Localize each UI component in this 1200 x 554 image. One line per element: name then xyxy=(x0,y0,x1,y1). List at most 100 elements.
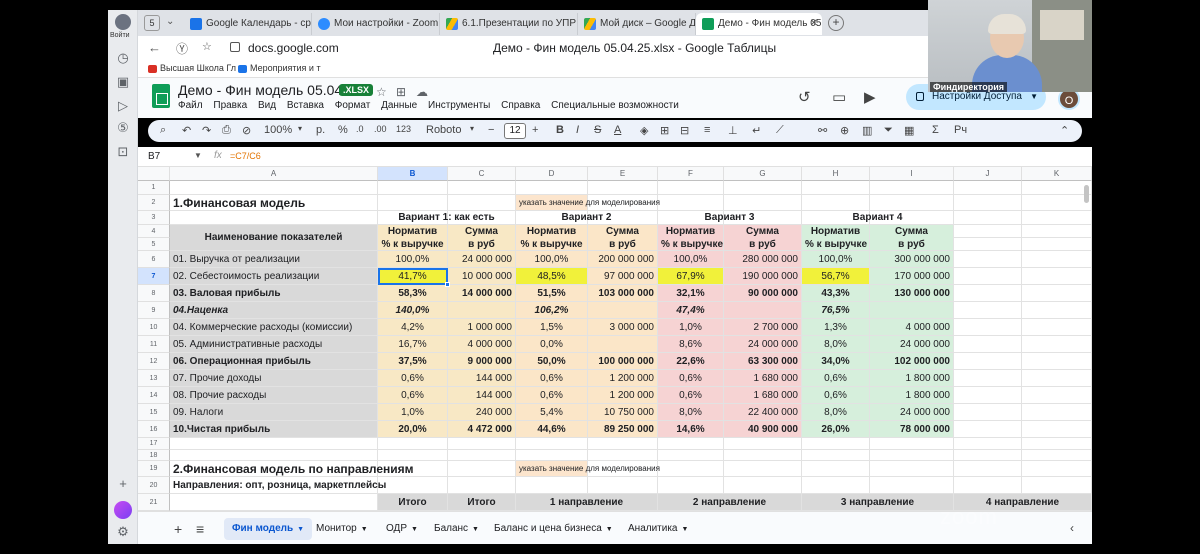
sum-value[interactable]: 90 000 000 xyxy=(724,285,802,302)
menu-format[interactable]: Формат xyxy=(335,100,371,111)
chevron-down-icon[interactable]: ▼ xyxy=(606,526,613,533)
bookmark-star-icon[interactable]: ☆ xyxy=(202,40,212,53)
close-icon[interactable]: ✕ xyxy=(810,13,818,35)
grid-cell[interactable] xyxy=(870,461,954,477)
directions-label[interactable]: Направления: опт, розница, маркетплейсы xyxy=(170,477,386,494)
grid-cell[interactable] xyxy=(588,477,658,494)
borders-icon[interactable]: ⊞ xyxy=(660,124,669,137)
grid-cell[interactable] xyxy=(724,438,802,450)
grid-cell[interactable] xyxy=(954,353,1022,370)
sum-value[interactable]: 1 800 000 xyxy=(870,370,954,387)
vertical-align-icon[interactable]: ⊥ xyxy=(728,124,738,137)
column-header-g[interactable]: G xyxy=(724,167,802,181)
grid-cell[interactable] xyxy=(170,211,378,225)
sum-value[interactable]: 24 000 000 xyxy=(870,336,954,353)
vertical-scrollbar[interactable] xyxy=(1084,185,1089,203)
row-header[interactable]: 20 xyxy=(138,477,170,494)
insert-comment-icon[interactable]: ⊕ xyxy=(840,124,849,137)
grid-cell[interactable] xyxy=(1022,302,1092,319)
grid-cell[interactable] xyxy=(378,477,448,494)
new-tab-button[interactable]: + xyxy=(828,15,844,31)
downloads-icon[interactable]: ⊡ xyxy=(115,144,131,160)
grid-cell[interactable] xyxy=(378,438,448,450)
norm-value[interactable]: 8,0% xyxy=(802,404,870,421)
norm-value[interactable]: 5,4% xyxy=(516,404,588,421)
total-header[interactable]: Итого xyxy=(378,494,448,511)
norm-value[interactable]: 4,2% xyxy=(378,319,448,336)
browser-tab-drive[interactable]: Мой диск – Google Диск xyxy=(578,13,696,35)
grid-cell[interactable] xyxy=(724,477,802,494)
sum-value[interactable]: 14 000 000 xyxy=(448,285,516,302)
zoom-select[interactable]: 100% xyxy=(264,124,292,136)
norm-value[interactable]: 100,0% xyxy=(516,251,588,268)
norm-value[interactable]: 106,2% xyxy=(516,302,588,319)
norm-value[interactable]: 8,0% xyxy=(658,404,724,421)
norm-value[interactable]: 1,3% xyxy=(802,319,870,336)
direction-1-header[interactable]: 1 направление xyxy=(516,494,658,511)
sum-value[interactable]: 200 000 000 xyxy=(588,251,658,268)
variant-1-header[interactable]: Вариант 1: как есть xyxy=(378,211,516,225)
grid-cell[interactable] xyxy=(954,285,1022,302)
row-header[interactable]: 17 xyxy=(138,438,170,450)
grid-cell[interactable] xyxy=(954,238,1022,251)
indicator-name[interactable]: 07. Прочие доходы xyxy=(170,370,378,387)
norm-value[interactable]: 20,0% xyxy=(378,421,448,438)
chevron-down-icon[interactable]: ▾ xyxy=(470,124,474,133)
settings-icon[interactable]: ⚙ xyxy=(115,524,131,540)
menu-help[interactable]: Справка xyxy=(501,100,540,111)
grid-cell[interactable] xyxy=(870,477,954,494)
norm-value[interactable]: 32,1% xyxy=(658,285,724,302)
sum-value[interactable]: 3 000 000 xyxy=(588,319,658,336)
grid-cell[interactable] xyxy=(870,450,954,461)
norm-value[interactable]: 1,0% xyxy=(658,319,724,336)
indicator-name[interactable]: 10.Чистая прибыль xyxy=(170,421,378,438)
menu-tools[interactable]: Инструменты xyxy=(428,100,490,111)
sum-value[interactable]: 24 000 000 xyxy=(448,251,516,268)
row-header[interactable]: 19 xyxy=(138,461,170,477)
history-icon[interactable]: ◷ xyxy=(115,50,131,66)
grid-cell[interactable] xyxy=(448,181,516,195)
indicator-name[interactable]: 06. Операционная прибыль xyxy=(170,353,378,370)
row-header[interactable]: 14 xyxy=(138,387,170,404)
norm-value[interactable]: 58,3% xyxy=(378,285,448,302)
grid-cell[interactable] xyxy=(1022,387,1092,404)
grid-cell[interactable] xyxy=(954,450,1022,461)
grid-cell[interactable] xyxy=(724,461,802,477)
collections-icon[interactable]: ▣ xyxy=(115,74,131,90)
norm-value[interactable]: 44,6% xyxy=(516,421,588,438)
font-size-decrease-icon[interactable]: − xyxy=(488,124,494,136)
insert-chart-icon[interactable]: ▥ xyxy=(862,124,872,137)
merge-cells-icon[interactable]: ⊟ xyxy=(680,124,689,137)
alice-assistant-icon[interactable] xyxy=(114,501,132,519)
grid-cell[interactable] xyxy=(1022,477,1092,494)
section-title[interactable]: 2.Финансовая модель по направлениям xyxy=(170,461,414,477)
increase-decimal-button[interactable]: .00 xyxy=(374,124,387,134)
sum-value[interactable]: 24 000 000 xyxy=(724,336,802,353)
norm-value[interactable]: 26,0% xyxy=(802,421,870,438)
norm-value[interactable]: 0,6% xyxy=(802,370,870,387)
row-header[interactable]: 15 xyxy=(138,404,170,421)
grid-cell[interactable] xyxy=(954,195,1022,211)
grid-cell[interactable] xyxy=(378,195,448,211)
row-header[interactable]: 3 xyxy=(138,211,170,225)
all-sheets-icon[interactable]: ≡ xyxy=(196,521,204,537)
font-size-input[interactable]: 12 xyxy=(504,123,526,139)
grid-cell[interactable] xyxy=(954,421,1022,438)
grid-cell[interactable] xyxy=(954,477,1022,494)
grid-cell[interactable] xyxy=(1022,319,1092,336)
sum-value[interactable] xyxy=(870,302,954,319)
sum-value[interactable] xyxy=(448,302,516,319)
sum-value[interactable]: 280 000 000 xyxy=(724,251,802,268)
norm-value[interactable]: 100,0% xyxy=(802,251,870,268)
sum-value[interactable]: 170 000 000 xyxy=(870,268,954,285)
menu-insert[interactable]: Вставка xyxy=(287,100,324,111)
number-format-button[interactable]: 123 xyxy=(396,124,411,134)
section-title[interactable]: 1.Финансовая модель xyxy=(170,195,378,211)
selected-cell-b7[interactable]: 41,7% xyxy=(378,268,448,285)
add-sheet-icon[interactable]: + xyxy=(174,521,182,537)
row-header[interactable]: 4 xyxy=(138,225,170,238)
sum-value[interactable]: 190 000 000 xyxy=(724,268,802,285)
url-field[interactable]: docs.google.com xyxy=(248,41,339,55)
grid-cell[interactable] xyxy=(954,370,1022,387)
sum-value[interactable]: 1 200 000 xyxy=(588,387,658,404)
